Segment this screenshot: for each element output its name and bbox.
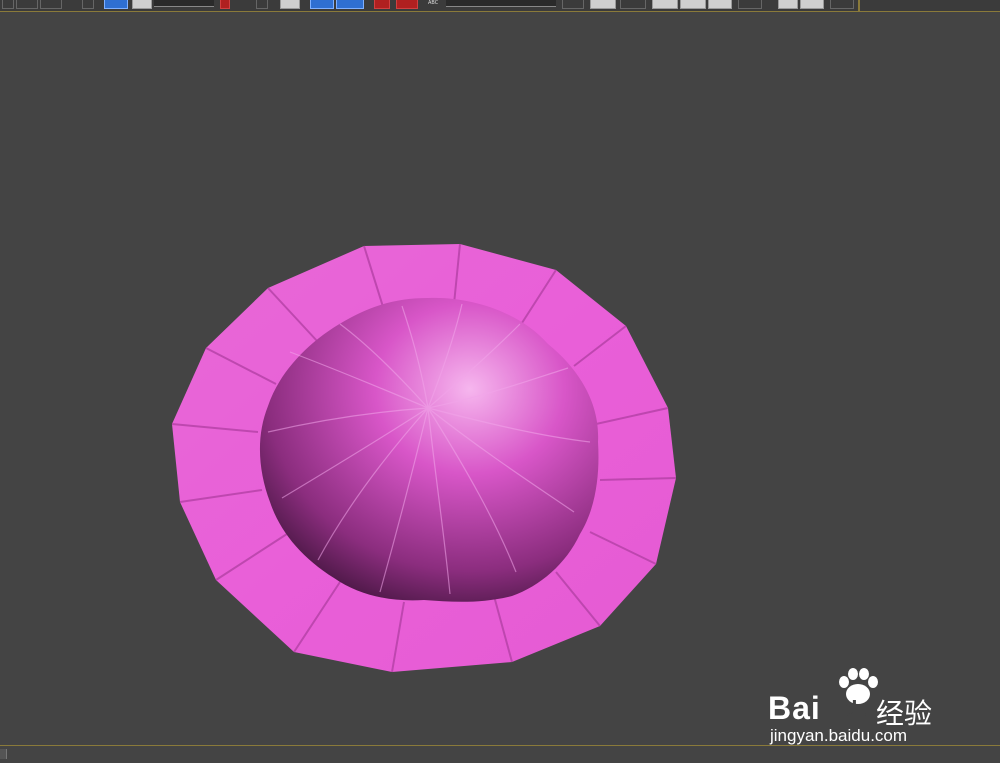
layer-manager-button[interactable] [620, 0, 646, 9]
render-teapot-icon[interactable] [830, 0, 854, 9]
select-region-button[interactable] [16, 0, 38, 9]
pivot-center-button[interactable] [220, 0, 230, 9]
perspective-viewport[interactable]: Bai du 经验 jingyan.baidu.com [0, 12, 1000, 745]
bottom-timeline-bar [0, 745, 1000, 763]
reference-coordinate-dropdown[interactable] [154, 0, 214, 7]
toolbar-strip: ABC [0, 0, 860, 11]
watermark-url: jingyan.baidu.com [770, 726, 908, 745]
toolbar-end-divider [858, 0, 860, 11]
watermark-brand-right: du [844, 696, 873, 721]
schematic-view-button[interactable] [708, 0, 732, 9]
baidu-jingyan-watermark: Bai du 经验 jingyan.baidu.com [760, 662, 960, 752]
spinner-snap-button[interactable] [396, 0, 418, 9]
select-manipulate-button[interactable] [256, 0, 268, 9]
move-arrow-icon[interactable] [82, 0, 94, 9]
expand-arrow-icon[interactable] [0, 749, 7, 759]
keyboard-shortcut-toggle[interactable] [280, 0, 300, 9]
abc-label[interactable]: ABC [428, 0, 438, 6]
snap-magnet-icon[interactable] [310, 0, 334, 9]
material-editor-button[interactable] [738, 0, 762, 9]
angle-snap-button[interactable] [336, 0, 364, 9]
main-toolbar: ABC [0, 0, 1000, 12]
select-arrow-icon[interactable] [2, 0, 14, 9]
scene-explorer-button[interactable] [652, 0, 678, 9]
curve-editor-button[interactable] [680, 0, 706, 9]
percent-snap-button[interactable] [374, 0, 390, 9]
mirror-button[interactable] [562, 0, 584, 9]
align-button[interactable] [590, 0, 616, 9]
scene-render [171, 243, 677, 673]
scale-button[interactable] [132, 0, 152, 9]
watermark-brand-left: Bai [768, 690, 821, 726]
render-setup-button[interactable] [778, 0, 798, 9]
named-selection-field[interactable] [446, 0, 556, 7]
render-frame-button[interactable] [800, 0, 824, 9]
window-crossing-button[interactable] [40, 0, 62, 9]
rotate-circle-icon[interactable] [104, 0, 128, 9]
